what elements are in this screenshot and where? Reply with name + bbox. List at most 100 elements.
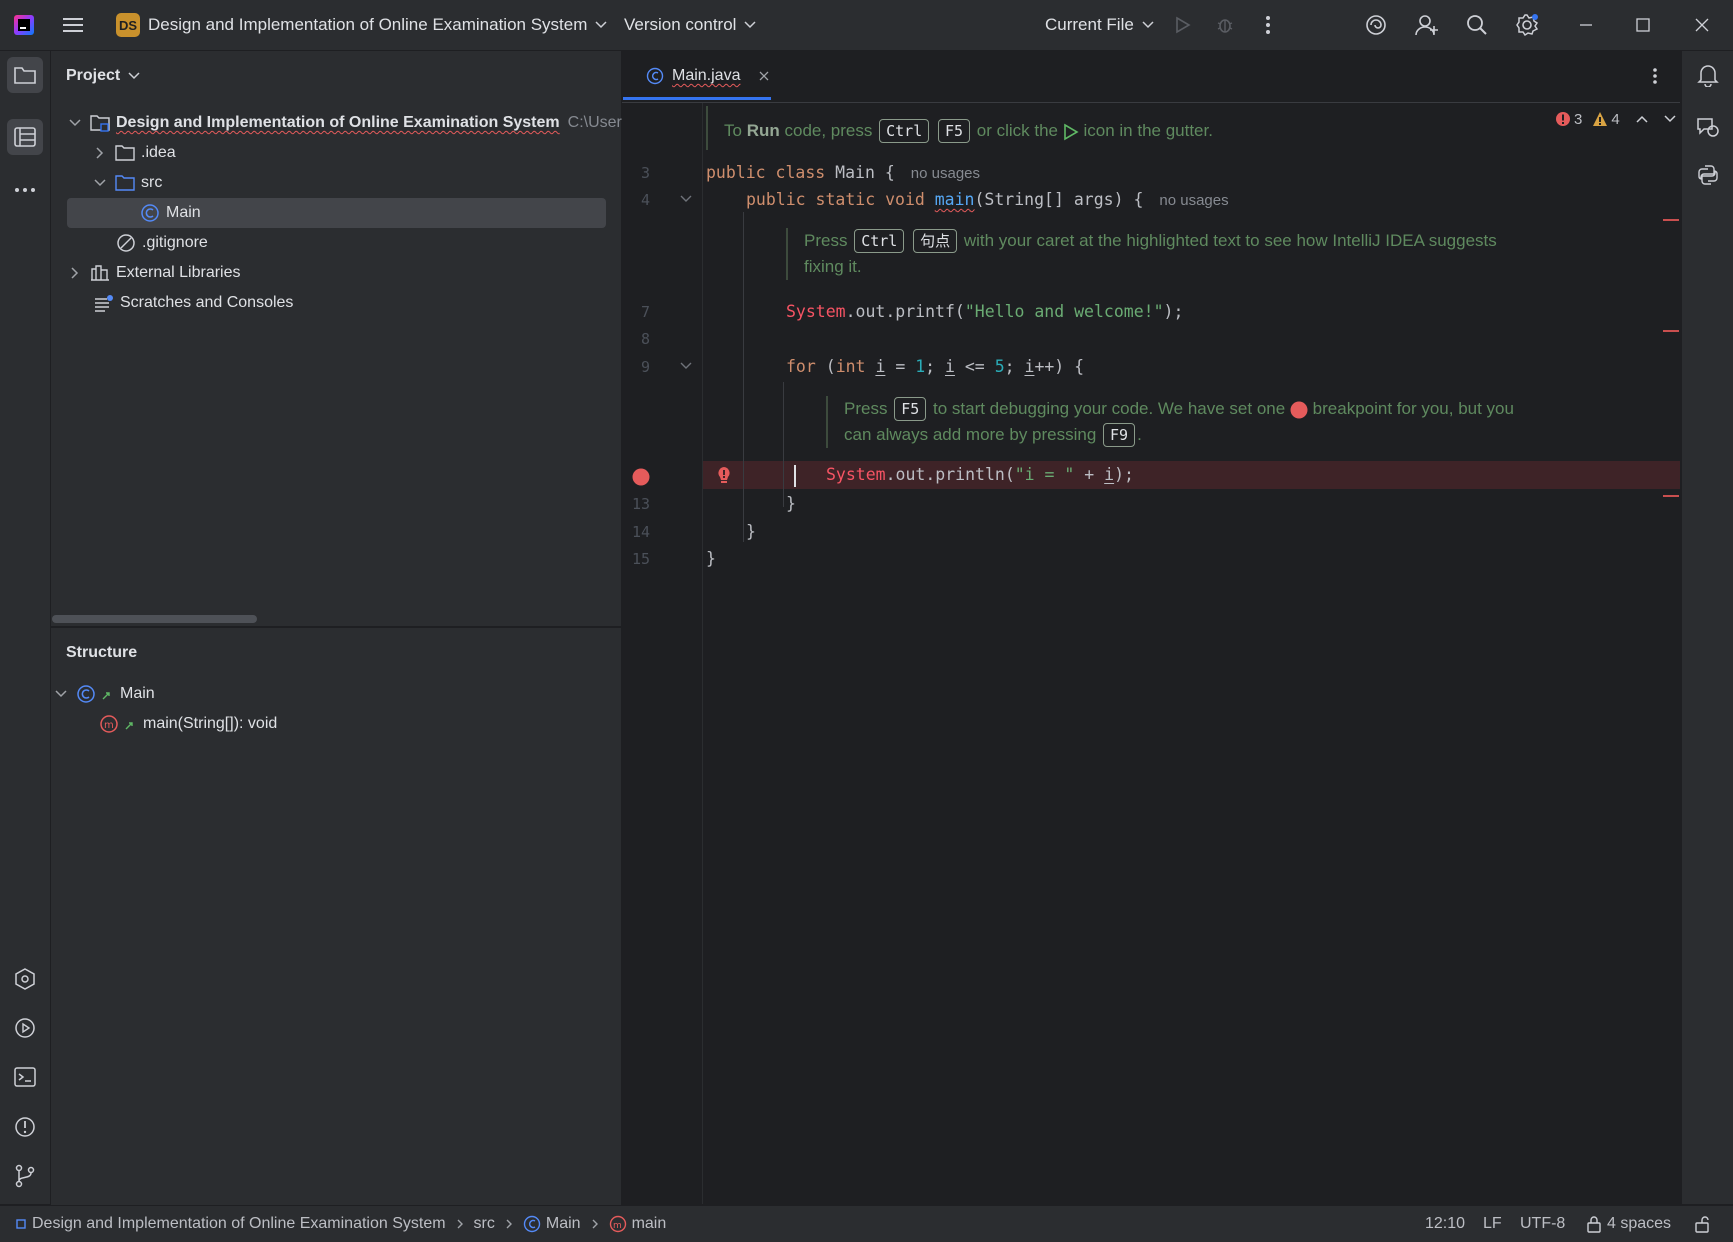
fold-chevron-icon[interactable] — [680, 195, 692, 203]
chevron-down-icon — [744, 21, 756, 29]
structure-tool-button[interactable] — [7, 119, 43, 155]
maximize-icon[interactable] — [1631, 13, 1655, 37]
run-config-selector[interactable]: Current File — [1045, 0, 1154, 50]
status-bar: Design and Implementation of Online Exam… — [0, 1205, 1733, 1242]
active-tab-indicator — [623, 97, 771, 100]
tree-row-main[interactable]: Main — [140, 199, 201, 227]
structure-row-method[interactable]: m main(String[]): void — [99, 710, 277, 738]
error-stripe-marker[interactable] — [1663, 330, 1679, 332]
breadcrumb-method[interactable]: main — [632, 1215, 667, 1233]
tree-row-external-libraries[interactable]: External Libraries — [68, 259, 241, 287]
main-menu-icon[interactable] — [61, 13, 85, 37]
problems-tool-button[interactable] — [7, 1109, 43, 1145]
ai-chat-icon — [1696, 116, 1720, 138]
code-variable: i — [1024, 357, 1035, 376]
problems-icon — [13, 1115, 37, 1139]
breadcrumb-src[interactable]: src — [474, 1215, 495, 1233]
chevron-down-icon[interactable] — [68, 116, 82, 130]
text-caret — [794, 465, 796, 487]
terminal-tool-button[interactable] — [7, 1059, 43, 1095]
error-stripe-marker[interactable] — [1663, 495, 1679, 497]
read-only-toggle[interactable] — [1694, 1206, 1710, 1242]
tree-row-src[interactable]: src — [93, 169, 162, 197]
fold-chevron-icon[interactable] — [680, 362, 692, 370]
chevron-down-icon[interactable] — [54, 687, 68, 701]
add-user-icon[interactable] — [1415, 13, 1439, 37]
minimize-icon[interactable] — [1574, 13, 1598, 37]
file-encoding[interactable]: UTF-8 — [1520, 1206, 1565, 1242]
tree-row-scratches[interactable]: Scratches and Consoles — [94, 289, 293, 317]
code-unresolved: System — [786, 302, 846, 321]
chevron-right-icon[interactable] — [68, 266, 82, 280]
breakpoint-icon[interactable] — [632, 468, 650, 486]
tab-options-icon[interactable] — [1652, 67, 1658, 85]
tab-main-java[interactable]: Main.java — [632, 51, 784, 101]
inspection-widget[interactable]: 3 4 — [1555, 108, 1676, 130]
chevron-down-icon[interactable] — [93, 176, 107, 190]
code-operator: + — [1074, 465, 1105, 484]
code-variable: i — [875, 357, 886, 376]
code-string: "Hello and welcome!" — [964, 302, 1164, 321]
run-tool-button[interactable] — [7, 1010, 43, 1046]
folder-icon — [13, 65, 37, 85]
breadcrumb-class[interactable]: Main — [546, 1215, 581, 1233]
close-tab-icon[interactable] — [758, 70, 770, 82]
git-branch-icon — [14, 1164, 36, 1188]
line-number: 9 — [640, 358, 650, 376]
error-bulb-icon[interactable] — [716, 466, 732, 486]
usage-hint[interactable]: no usages — [1159, 192, 1228, 209]
caret-position[interactable]: 12:10 — [1425, 1206, 1465, 1242]
usage-hint[interactable]: no usages — [911, 165, 980, 182]
project-tool-button[interactable] — [7, 57, 43, 93]
indent-guide — [743, 212, 744, 542]
breadcrumb-project[interactable]: Design and Implementation of Online Exam… — [32, 1215, 446, 1233]
git-tool-button[interactable] — [7, 1158, 43, 1194]
code-call: .out.println( — [885, 465, 1015, 484]
ai-chat-button[interactable] — [1690, 109, 1726, 145]
code-line-12: System.out.println("i = " + i); — [826, 462, 1134, 488]
code-punct: ; — [925, 357, 936, 376]
chevron-right-icon[interactable] — [93, 146, 107, 160]
next-highlight-icon[interactable] — [1664, 115, 1676, 123]
project-panel-title[interactable]: Project — [66, 67, 140, 85]
run-icon[interactable] — [1170, 13, 1194, 37]
line-number: 13 — [631, 495, 650, 513]
run-config-label: Current File — [1045, 15, 1134, 34]
chevron-right-icon — [591, 1218, 599, 1230]
doc-text: fixing it. — [804, 257, 862, 276]
settings-gear-icon[interactable] — [1515, 13, 1539, 37]
key-ctrl: Ctrl — [879, 119, 930, 143]
services-tool-button[interactable] — [7, 961, 43, 997]
more-actions-icon[interactable] — [1256, 13, 1280, 37]
tree-row-project-root[interactable]: Design and Implementation of Online Exam… — [68, 109, 626, 137]
version-control-menu[interactable]: Version control — [624, 0, 756, 50]
source-folder-icon — [115, 173, 135, 193]
tree-row-idea[interactable]: .idea — [93, 139, 176, 167]
ai-assistant-icon[interactable] — [1364, 13, 1388, 37]
search-icon[interactable] — [1465, 13, 1489, 37]
intellij-logo-icon[interactable] — [12, 13, 36, 37]
tree-row-gitignore[interactable]: .gitignore — [116, 229, 208, 257]
run-gutter-icon — [1063, 123, 1079, 141]
notifications-button[interactable] — [1690, 57, 1726, 93]
previous-highlight-icon[interactable] — [1636, 115, 1648, 123]
code-keyword: int — [835, 357, 866, 376]
code-params: (String[] args) — [974, 190, 1124, 209]
horizontal-scrollbar[interactable] — [52, 615, 257, 623]
project-selector[interactable]: DS Design and Implementation of Online E… — [116, 0, 607, 50]
structure-icon — [13, 126, 37, 148]
python-console-button[interactable] — [1690, 157, 1726, 193]
debug-icon[interactable] — [1213, 13, 1237, 37]
code-line-14: } — [746, 522, 756, 541]
line-separator[interactable]: LF — [1483, 1206, 1502, 1242]
indent-setting[interactable]: 4 spaces — [1586, 1206, 1671, 1242]
python-icon — [1697, 164, 1719, 186]
structure-row-class[interactable]: Main — [54, 680, 155, 708]
tree-item-label: .idea — [141, 144, 176, 161]
error-stripe-marker[interactable] — [1663, 219, 1679, 221]
code-operator: = — [895, 357, 906, 376]
more-tools-button[interactable] — [7, 172, 43, 208]
close-window-icon[interactable] — [1690, 13, 1714, 37]
ignored-file-icon — [116, 233, 136, 253]
method-error-icon: m — [609, 1215, 627, 1233]
